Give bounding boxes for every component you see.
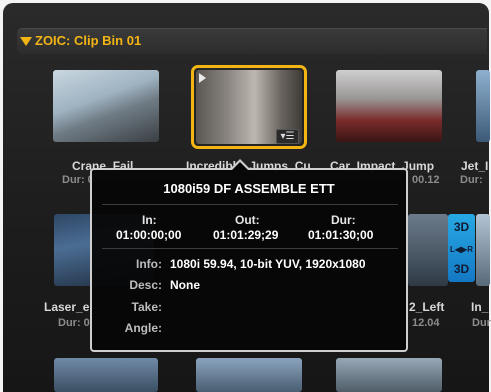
play-icon <box>199 73 206 83</box>
in-timecode: 01:00:00;00 <box>116 228 182 242</box>
out-label: Out: <box>235 213 260 227</box>
clip-duration: Dur: 0 <box>58 317 90 329</box>
clip-thumbnail-crane-fail[interactable] <box>53 70 159 142</box>
divider <box>102 204 398 205</box>
desc-value: None <box>170 278 200 292</box>
dur-label: Dur: <box>331 213 356 227</box>
triangle-down-icon[interactable] <box>20 37 32 46</box>
clip-format-title: 1080i59 DF ASSEMBLE ETT <box>163 181 335 196</box>
clip-thumbnail-row3-a[interactable] <box>54 358 158 392</box>
stereo-3d-badge: 3D L◀▶R 3D <box>448 214 475 282</box>
clip-name: Laser_e <box>44 300 90 314</box>
clip-name: Jet_I <box>461 159 489 173</box>
popover-pointer-fill <box>232 162 248 170</box>
dur-timecode: 01:01:30;00 <box>308 228 374 242</box>
clip-thumbnail-car-impact-jump[interactable] <box>336 70 442 142</box>
clip-duration: Dur <box>472 317 491 329</box>
list-menu-icon[interactable]: ▾☰ <box>276 129 299 144</box>
clip-thumbnail-jet-row2[interactable] <box>476 214 490 286</box>
desc-label: Desc: <box>129 278 162 292</box>
clip-name: 2_Left <box>409 300 445 314</box>
divider <box>102 248 398 249</box>
clip-thumbnail-jet[interactable] <box>476 70 490 142</box>
out-timecode: 01:01:29;29 <box>213 228 279 242</box>
clip-info-popover: 1080i59 DF ASSEMBLE ETT In: Out: Dur: 01… <box>90 168 408 352</box>
take-label: Take: <box>131 300 162 314</box>
clip-thumbnail-row3-b[interactable] <box>196 358 302 392</box>
clip-duration: 12.04 <box>412 317 440 329</box>
clip-thumbnail-row3-c[interactable] <box>336 358 442 392</box>
clip-duration: Dur: <box>460 174 483 186</box>
clip-thumbnail-stereo-left[interactable] <box>408 214 448 286</box>
info-value: 1080i 59.94, 10-bit YUV, 1920x1080 <box>170 257 366 271</box>
info-label: Info: <box>136 257 162 271</box>
angle-label: Angle: <box>124 321 162 335</box>
clip-duration: 00.12 <box>412 174 440 186</box>
clip-name: In_ <box>471 300 489 314</box>
bin-title: ZOIC: Clip Bin 01 <box>35 33 142 48</box>
in-label: In: <box>142 213 157 227</box>
clip-duration: Dur: 0 <box>62 174 94 186</box>
